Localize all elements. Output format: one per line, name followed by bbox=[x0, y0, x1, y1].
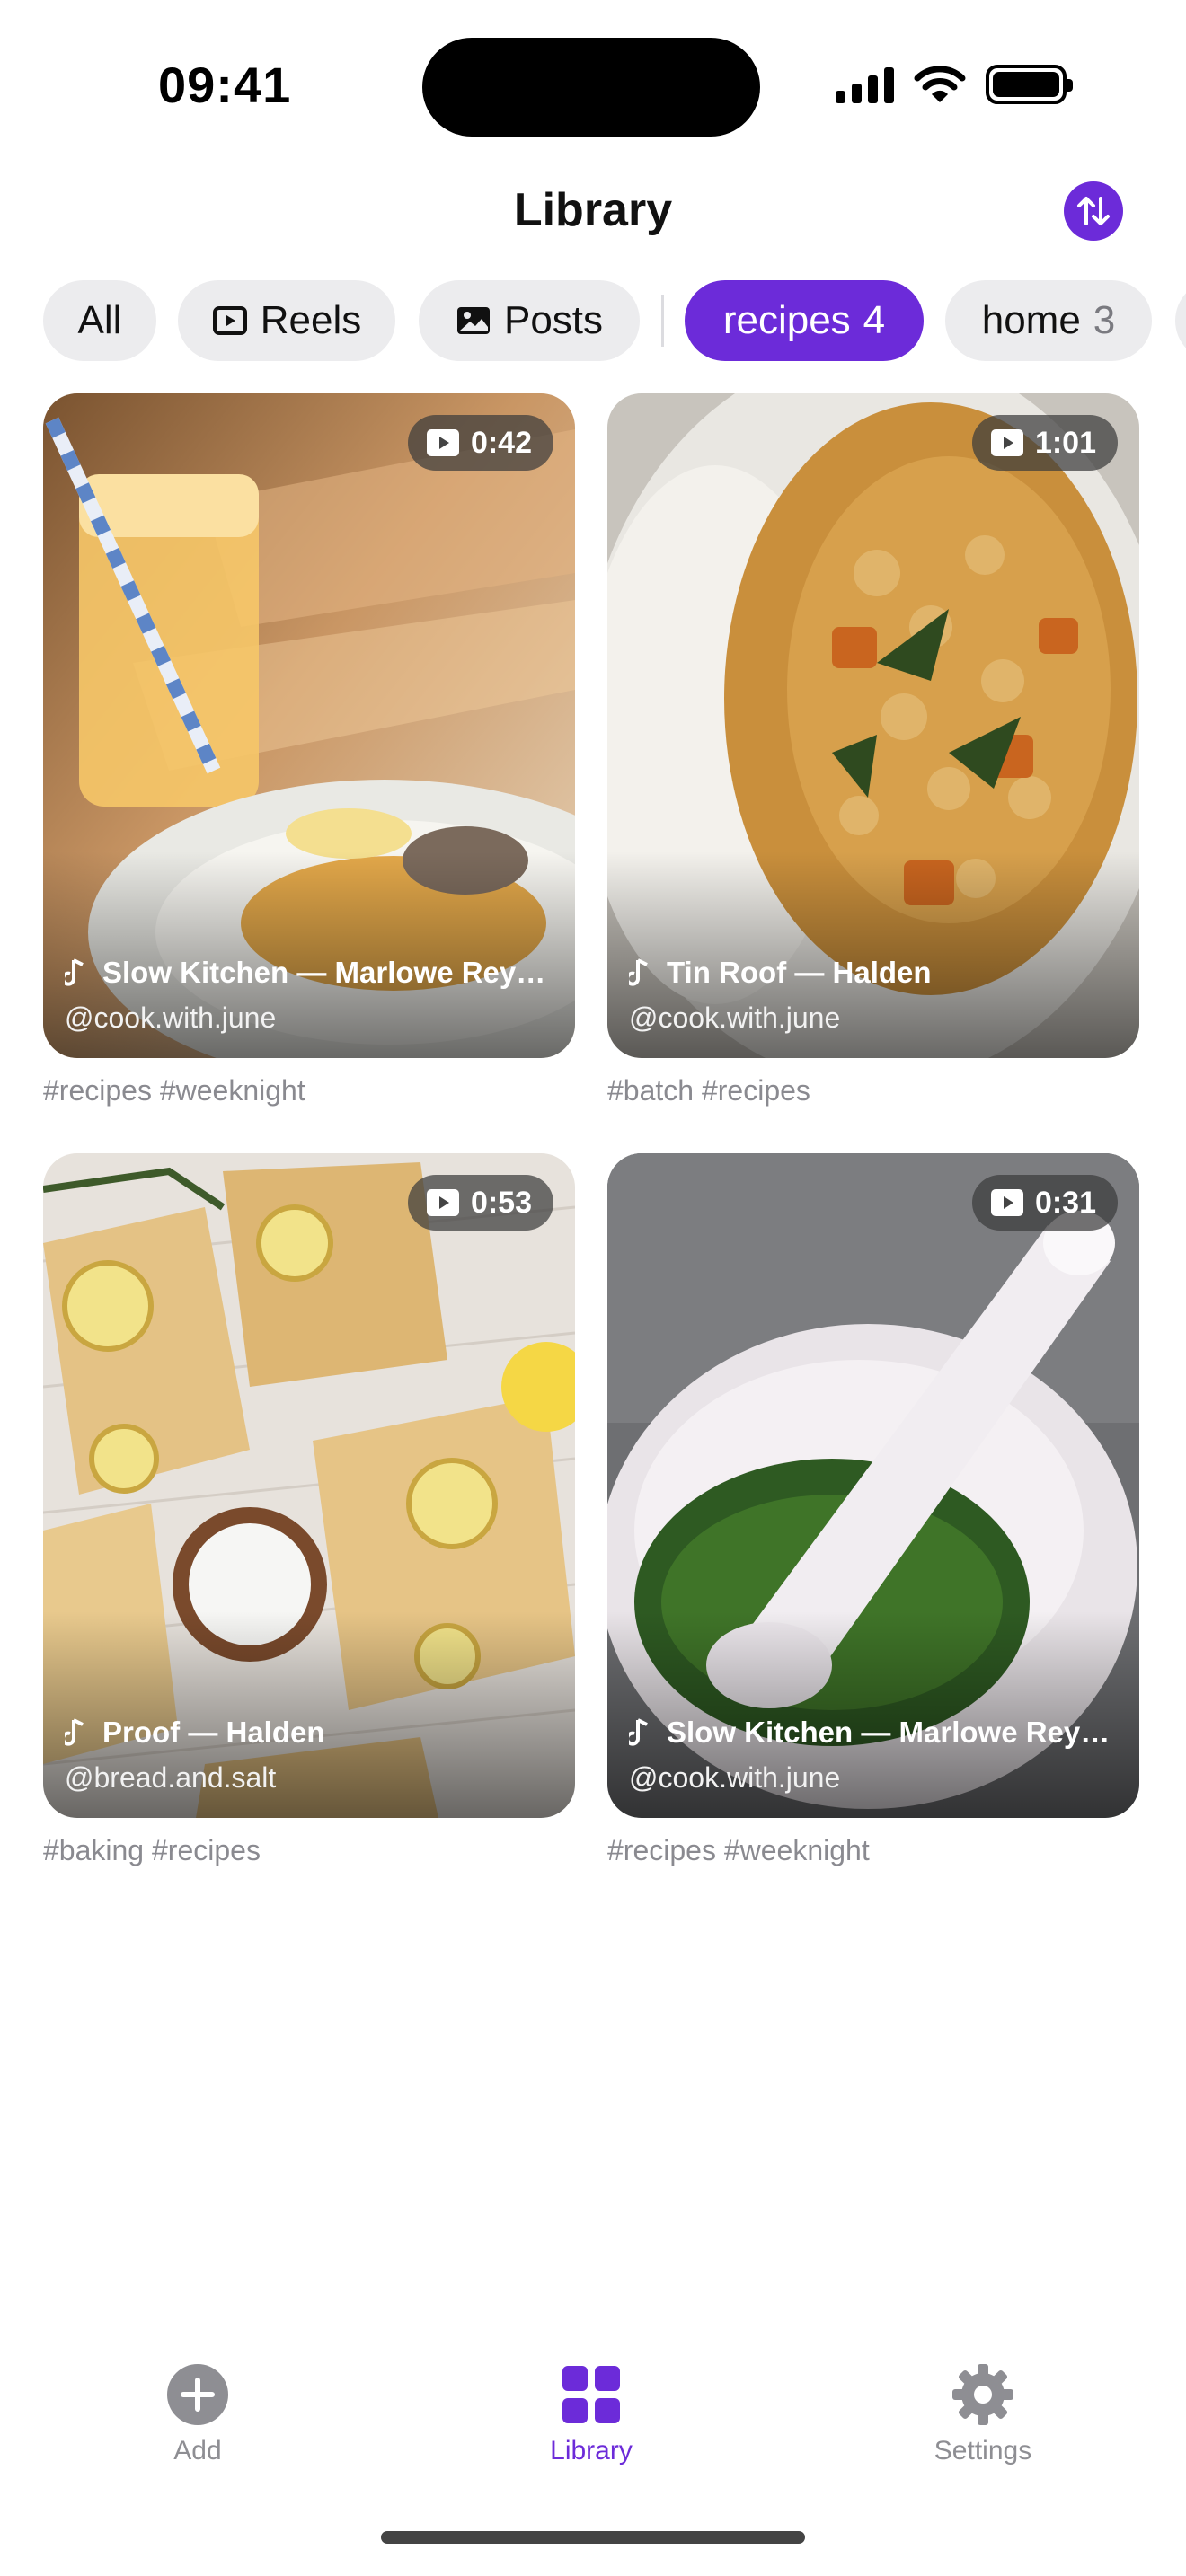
chip-label: Posts bbox=[503, 298, 604, 342]
cellular-signal-icon bbox=[836, 66, 894, 103]
duration-text: 0:42 bbox=[470, 425, 532, 460]
audio-track: Proof — Halden bbox=[65, 1716, 553, 1750]
audio-label: Proof — Halden bbox=[102, 1716, 325, 1749]
status-icons bbox=[836, 63, 1073, 106]
wifi-icon bbox=[914, 66, 966, 102]
card-tags: #recipes #weeknight bbox=[607, 1834, 870, 1866]
audio-track: Slow Kitchen — Marlowe Rey… bbox=[65, 956, 553, 990]
reel-thumbnail[interactable]: 0:53 Proof — Halden @bread.and.salt bbox=[43, 1153, 575, 1818]
tab-label: Library bbox=[550, 2436, 633, 2466]
reel-thumbnail[interactable]: 0:31 Slow Kitchen — Marlowe Rey… @cook.w… bbox=[607, 1153, 1139, 1818]
battery-icon bbox=[986, 65, 1073, 104]
audio-label: Slow Kitchen — Marlowe Rey… bbox=[667, 1716, 1111, 1749]
grid-icon bbox=[562, 2366, 620, 2423]
plus-circle-icon bbox=[167, 2364, 228, 2425]
duration-text: 0:53 bbox=[470, 1185, 532, 1220]
music-note-icon bbox=[65, 1718, 84, 1746]
creator-handle: @cook.with.june bbox=[629, 1761, 841, 1794]
creator-handle: @bread.and.salt bbox=[65, 1761, 277, 1794]
chip-divider bbox=[661, 295, 664, 347]
tab-settings[interactable]: Settings bbox=[884, 2362, 1082, 2466]
chip-count: 4 bbox=[863, 298, 886, 342]
audio-label: Slow Kitchen — Marlowe Rey… bbox=[102, 956, 546, 989]
tab-label: Settings bbox=[934, 2436, 1032, 2466]
gear-icon bbox=[952, 2364, 1013, 2425]
status-bar: 09:41 bbox=[0, 0, 1186, 171]
chip-recipes[interactable]: recipes 4 bbox=[685, 280, 924, 361]
video-icon bbox=[990, 429, 1023, 456]
image-icon bbox=[456, 307, 490, 334]
music-note-icon bbox=[65, 958, 84, 986]
video-icon bbox=[426, 429, 459, 456]
duration-badge: 0:53 bbox=[407, 1175, 553, 1231]
chip-posts[interactable]: Posts bbox=[419, 280, 640, 361]
reel-card[interactable]: 0:53 Proof — Halden @bread.and.salt #bak… bbox=[43, 1153, 575, 1867]
chip-label: home bbox=[981, 298, 1081, 342]
reel-thumbnail[interactable]: 0:42 Slow Kitchen — Marlowe Rey… @cook.w… bbox=[43, 393, 575, 1058]
page-title: Library bbox=[513, 184, 673, 236]
video-icon bbox=[990, 1189, 1023, 1216]
music-note-icon bbox=[629, 958, 648, 986]
chip-overflow[interactable] bbox=[1175, 280, 1186, 361]
tab-add[interactable]: Add bbox=[99, 2362, 296, 2466]
dynamic-island bbox=[422, 38, 760, 137]
reel-card[interactable]: 0:42 Slow Kitchen — Marlowe Rey… @cook.w… bbox=[43, 393, 575, 1107]
status-time: 09:41 bbox=[158, 57, 292, 113]
card-tags: #baking #recipes bbox=[43, 1834, 261, 1866]
duration-text: 1:01 bbox=[1034, 425, 1096, 460]
header: Library bbox=[0, 171, 1186, 269]
filter-chips: All Reels Posts recipes 4 home 3 bbox=[0, 278, 1186, 363]
chip-home[interactable]: home 3 bbox=[945, 280, 1152, 361]
creator-handle: @cook.with.june bbox=[65, 1001, 277, 1034]
duration-text: 0:31 bbox=[1034, 1185, 1096, 1220]
audio-track: Slow Kitchen — Marlowe Rey… bbox=[629, 1716, 1118, 1750]
video-icon bbox=[426, 1189, 459, 1216]
audio-track: Tin Roof — Halden bbox=[629, 956, 1118, 990]
chip-label: recipes bbox=[722, 298, 851, 342]
tab-library[interactable]: Library bbox=[492, 2362, 690, 2466]
music-note-icon bbox=[629, 1718, 648, 1746]
card-tags: #batch #recipes bbox=[607, 1074, 810, 1107]
reel-card[interactable]: 0:31 Slow Kitchen — Marlowe Rey… @cook.w… bbox=[607, 1153, 1139, 1867]
audio-label: Tin Roof — Halden bbox=[667, 956, 932, 989]
card-tags: #recipes #weeknight bbox=[43, 1074, 305, 1107]
chip-label: Reels bbox=[260, 298, 362, 342]
duration-badge: 0:42 bbox=[407, 415, 553, 471]
creator-handle: @cook.with.june bbox=[629, 1001, 841, 1034]
sort-button[interactable] bbox=[1064, 181, 1123, 241]
reel-thumbnail[interactable]: 1:01 Tin Roof — Halden @cook.with.june bbox=[607, 393, 1139, 1058]
tab-bar: Add Library Settings bbox=[0, 2335, 1186, 2479]
tab-label: Add bbox=[173, 2436, 222, 2466]
play-square-icon bbox=[212, 306, 247, 335]
sort-arrows-icon bbox=[1077, 197, 1110, 225]
home-indicator bbox=[381, 2531, 805, 2544]
duration-badge: 0:31 bbox=[971, 1175, 1118, 1231]
chip-all[interactable]: All bbox=[43, 280, 156, 361]
reel-card[interactable]: 1:01 Tin Roof — Halden @cook.with.june #… bbox=[607, 393, 1139, 1107]
chip-reels[interactable]: Reels bbox=[178, 280, 395, 361]
duration-badge: 1:01 bbox=[971, 415, 1118, 471]
chip-label: All bbox=[77, 298, 122, 342]
chip-count: 3 bbox=[1093, 298, 1116, 342]
